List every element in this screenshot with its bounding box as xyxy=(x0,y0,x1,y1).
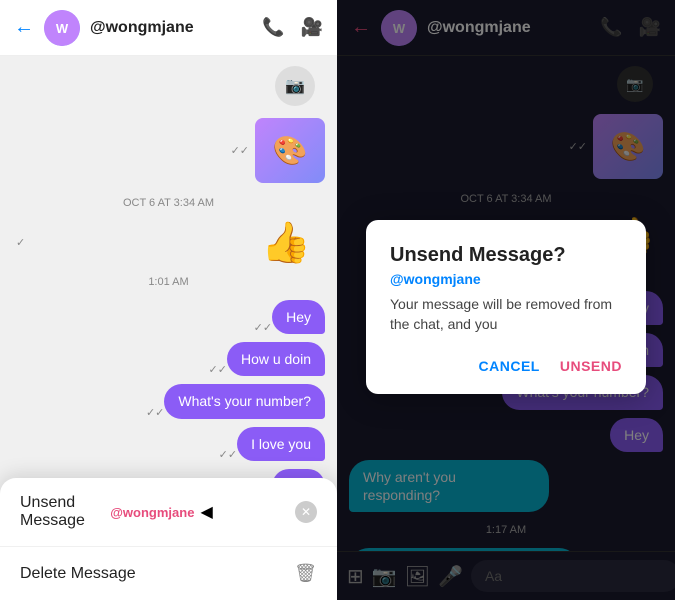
delete-label: Delete Message xyxy=(20,565,294,583)
left-msg-howudoin: ✓✓ How u doin xyxy=(12,342,325,376)
left-phone-icon[interactable]: 📞 xyxy=(262,17,284,38)
dialog-overlay: Unsend Message? @wongmjane Your message … xyxy=(337,0,675,600)
delete-message-item[interactable]: Delete Message 🗑 xyxy=(0,547,337,600)
left-avatar[interactable]: W xyxy=(44,10,80,46)
left-thumbs-up: 👍 xyxy=(261,219,311,266)
left-bubble-howudoin[interactable]: How u doin xyxy=(227,342,325,376)
right-panel: ← W @wongmjane 📞 🎥 📷 ✓✓ 🎨 OCT 6 AT 3:34 … xyxy=(337,0,675,600)
left-bottom-sheet: Unsend Message @wongmjane ◀ ✕ Delete Mes… xyxy=(0,478,337,600)
left-back-button[interactable]: ← xyxy=(14,16,34,39)
left-bubble-love[interactable]: I love you xyxy=(237,427,325,461)
left-msg-love: ✓✓ I love you xyxy=(12,427,325,461)
left-bubble-hey[interactable]: Hey xyxy=(272,300,325,334)
dialog-username: @wongmjane xyxy=(390,271,622,287)
left-check1: ✓✓ xyxy=(231,144,249,157)
delete-icon: 🗑 xyxy=(294,563,317,584)
unsend-dialog: Unsend Message? @wongmjane Your message … xyxy=(366,220,646,394)
unsend-label: Unsend Message xyxy=(20,494,102,530)
left-panel: ← W @wongmjane 📞 🎥 📷 ✓✓ 🎨 OCT 6 AT 3:34 … xyxy=(0,0,337,600)
left-bubble-number[interactable]: What's your number? xyxy=(164,384,325,418)
unsend-close-icon[interactable]: ✕ xyxy=(295,501,317,523)
dialog-title: Unsend Message? xyxy=(390,244,622,267)
unsend-username-tag: @wongmjane xyxy=(110,505,194,520)
dialog-cancel-button[interactable]: CANCEL xyxy=(479,354,540,378)
unsend-message-item[interactable]: Unsend Message @wongmjane ◀ ✕ xyxy=(0,478,337,547)
left-timestamp1: OCT 6 AT 3:34 AM xyxy=(12,197,325,209)
left-sticker: ✓✓ 🎨 xyxy=(12,118,325,183)
left-timestamp2: 1:01 AM xyxy=(12,276,325,288)
left-camera-placeholder: 📷 xyxy=(275,66,315,106)
left-header: ← W @wongmjane 📞 🎥 xyxy=(0,0,337,56)
svg-text:W: W xyxy=(56,21,69,36)
left-msg-number: ✓✓ What's your number? xyxy=(12,384,325,418)
dialog-body: Your message will be removed from the ch… xyxy=(390,295,622,334)
dialog-actions: CANCEL UNSEND xyxy=(390,354,622,378)
left-video-icon[interactable]: 🎥 xyxy=(301,17,323,38)
left-header-username: @wongmjane xyxy=(90,19,252,37)
left-header-icons: 📞 🎥 xyxy=(262,17,323,38)
dialog-unsend-button[interactable]: UNSEND xyxy=(560,354,622,378)
left-msg-hey: ✓✓ Hey xyxy=(12,300,325,334)
